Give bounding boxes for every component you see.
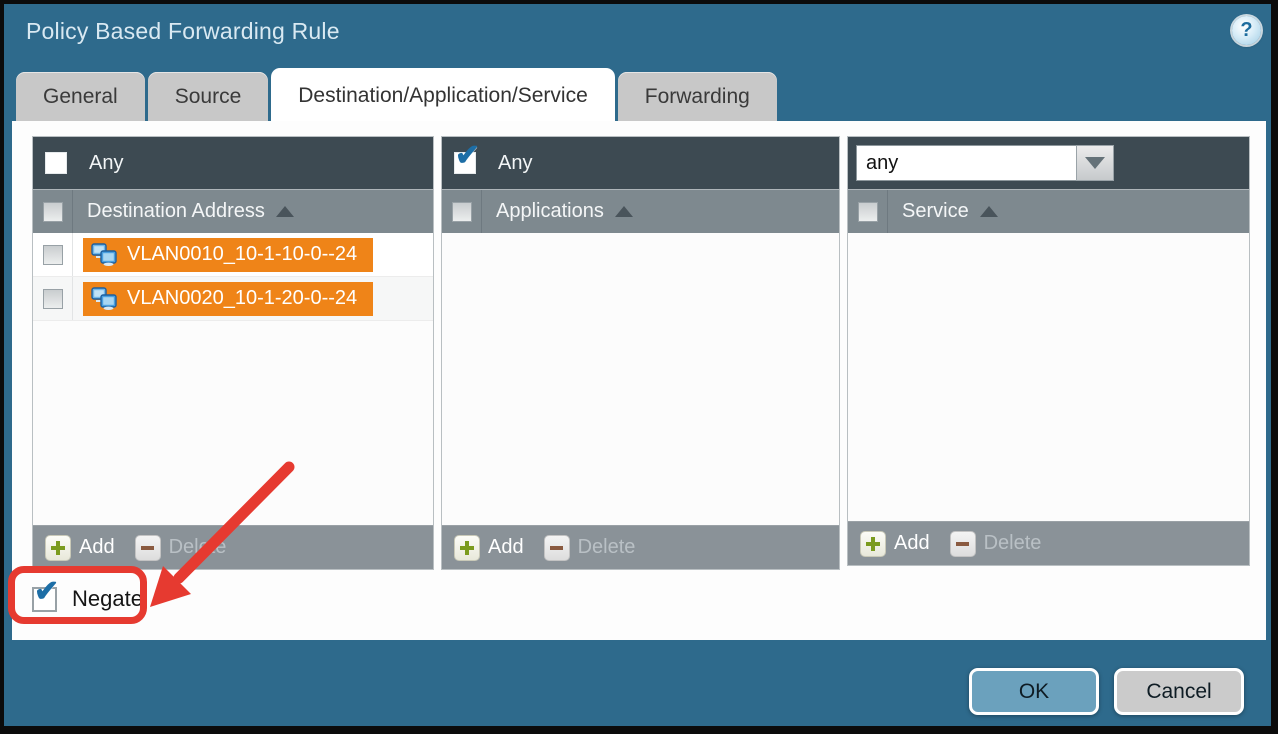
service-column-header[interactable]: Service <box>848 189 1249 233</box>
delete-icon <box>135 535 161 561</box>
address-object-chip[interactable]: VLAN0010_10-1-10-0--24 <box>83 238 373 272</box>
delete-label: Delete <box>984 532 1042 555</box>
sort-ascending-icon <box>276 206 294 217</box>
service-mode-dropdown[interactable]: any <box>856 145 1114 181</box>
destination-any-checkbox[interactable]: ✔ <box>45 152 67 174</box>
delete-button[interactable]: Delete <box>950 531 1042 557</box>
row-checkbox[interactable] <box>43 289 63 309</box>
address-object-label: VLAN0020_10-1-20-0--24 <box>127 287 357 310</box>
destination-column-header[interactable]: Destination Address <box>33 189 433 233</box>
applications-toolbar: Add Delete <box>442 525 839 569</box>
tab-source[interactable]: Source <box>148 72 269 121</box>
cancel-button[interactable]: Cancel <box>1114 668 1244 715</box>
service-select-all-checkbox[interactable] <box>858 202 878 222</box>
applications-any-band: ✔ Any <box>442 137 839 189</box>
delete-button[interactable]: Delete <box>135 535 227 561</box>
help-icon[interactable]: ? <box>1232 16 1261 45</box>
add-label: Add <box>894 532 930 555</box>
ok-button[interactable]: OK <box>969 668 1099 715</box>
add-icon <box>860 531 886 557</box>
applications-select-all-checkbox[interactable] <box>452 202 472 222</box>
negate-control: ✔ Negate <box>32 586 143 612</box>
delete-label: Delete <box>169 536 227 559</box>
applications-column: ✔ Any Applications Add Delete <box>441 136 840 570</box>
destination-any-label: Any <box>89 152 123 175</box>
chevron-down-icon <box>1085 157 1105 169</box>
negate-label: Negate <box>72 586 143 612</box>
service-header-label: Service <box>902 200 969 223</box>
applications-header-label: Applications <box>496 200 604 223</box>
service-dropdown-band: any <box>848 137 1249 189</box>
applications-list <box>442 233 839 525</box>
destination-list: VLAN0010_10-1-10-0--24 <box>33 233 433 525</box>
add-button[interactable]: Add <box>860 531 930 557</box>
destination-select-all-checkbox[interactable] <box>43 202 63 222</box>
add-icon <box>454 535 480 561</box>
delete-button[interactable]: Delete <box>544 535 636 561</box>
network-icon <box>91 243 118 266</box>
sort-ascending-icon <box>615 206 633 217</box>
delete-label: Delete <box>578 536 636 559</box>
row-checkbox[interactable] <box>43 245 63 265</box>
table-row[interactable]: VLAN0010_10-1-10-0--24 <box>33 233 433 277</box>
pbf-rule-dialog: Policy Based Forwarding Rule ? General S… <box>4 4 1271 726</box>
add-button[interactable]: Add <box>454 535 524 561</box>
dialog-title: Policy Based Forwarding Rule <box>26 18 340 45</box>
delete-icon <box>950 531 976 557</box>
delete-icon <box>544 535 570 561</box>
service-toolbar: Add Delete <box>848 521 1249 565</box>
service-column: any Service Add Delete <box>847 136 1250 566</box>
tab-forwarding[interactable]: Forwarding <box>618 72 777 121</box>
address-object-label: VLAN0010_10-1-10-0--24 <box>127 243 357 266</box>
service-mode-value[interactable]: any <box>856 145 1076 181</box>
check-icon: ✔ <box>34 577 59 607</box>
applications-column-header[interactable]: Applications <box>442 189 839 233</box>
negate-checkbox[interactable]: ✔ <box>32 587 57 612</box>
applications-any-label: Any <box>498 152 532 175</box>
destination-any-band: ✔ Any <box>33 137 433 189</box>
add-button[interactable]: Add <box>45 535 115 561</box>
table-row[interactable]: VLAN0020_10-1-20-0--24 <box>33 277 433 321</box>
applications-any-checkbox[interactable]: ✔ <box>454 152 476 174</box>
network-icon <box>91 287 118 310</box>
tab-destination-application-service[interactable]: Destination/Application/Service <box>271 68 615 121</box>
add-icon <box>45 535 71 561</box>
address-object-chip[interactable]: VLAN0020_10-1-20-0--24 <box>83 282 373 316</box>
check-icon: ✔ <box>455 141 480 171</box>
tab-general[interactable]: General <box>16 72 145 121</box>
destination-address-column: ✔ Any Destination Address <box>32 136 434 570</box>
destination-toolbar: Add Delete <box>33 525 433 569</box>
tab-bar: General Source Destination/Application/S… <box>16 68 780 121</box>
sort-ascending-icon <box>980 206 998 217</box>
add-label: Add <box>488 536 524 559</box>
dropdown-button[interactable] <box>1076 145 1114 181</box>
screenshot-root: Policy Based Forwarding Rule ? General S… <box>0 0 1278 734</box>
add-label: Add <box>79 536 115 559</box>
service-list <box>848 233 1249 521</box>
destination-header-label: Destination Address <box>87 200 265 223</box>
